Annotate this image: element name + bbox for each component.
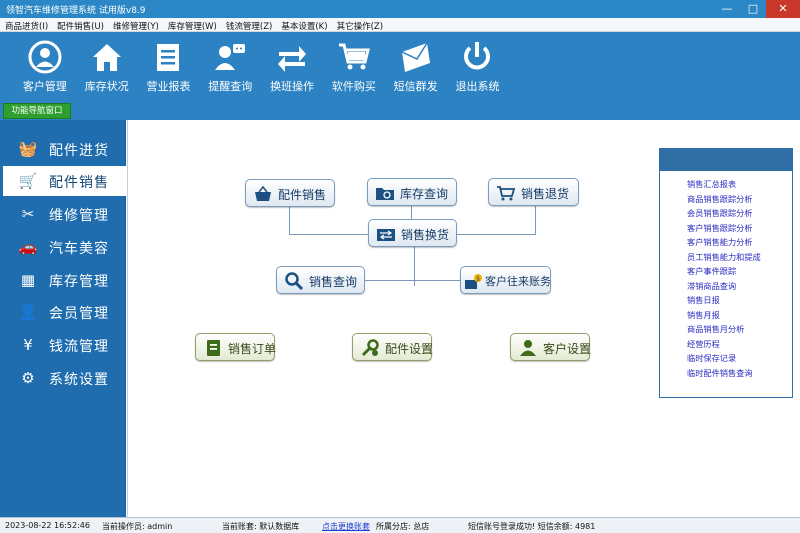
reminder-icon <box>215 44 246 70</box>
exit-system-button[interactable]: 退出系统 <box>447 32 509 100</box>
status-operator: 当前操作员: admin <box>102 522 173 531</box>
customer-management-button[interactable]: 客户管理 <box>14 32 76 100</box>
accounts-icon: $ <box>465 274 482 289</box>
yen-icon: ¥ <box>23 336 33 354</box>
tab-function-navigation[interactable]: 功能导航窗口 <box>3 103 71 119</box>
sidebar-item-system-settings[interactable]: ⚙ 系统设置 <box>3 363 126 393</box>
menu-bar: 商品进货(I) 配件销售(U) 维修管理(Y) 库存管理(W) 钱流管理(Z) … <box>0 18 800 32</box>
shift-icon <box>278 46 307 72</box>
cart-icon <box>338 43 370 70</box>
parts-settings-button[interactable]: 配件设置 <box>352 333 433 361</box>
sidebar-item-parts-purchase[interactable]: 🧺 配件进货 <box>3 134 126 164</box>
report-panel: 销售汇总报表 商品销售跟踪分析 会员销售跟踪分析 客户销售跟踪分析 客户销售能力… <box>659 148 793 398</box>
menu-item-settings[interactable]: 基本设置(K) <box>276 18 331 32</box>
mail-icon <box>401 42 430 72</box>
report-link[interactable]: 客户销售跟踪分析 <box>687 221 761 236</box>
cart-return-icon <box>497 186 516 201</box>
sidebar-item-car-beauty[interactable]: 🚗 汽车美容 <box>3 232 126 262</box>
report-link[interactable]: 员工销售能力和提成 <box>687 250 761 265</box>
menu-item-other[interactable]: 其它操作(Z) <box>332 18 387 32</box>
report-link[interactable]: 滞销商品查询 <box>687 279 761 294</box>
stock-query-button[interactable]: 库存查询 <box>367 178 457 206</box>
report-link[interactable]: 销售汇总报表 <box>687 177 761 192</box>
sales-exchange-button[interactable]: 销售换货 <box>368 219 457 247</box>
cart-icon: 🛒 <box>18 172 38 190</box>
sidebar-item-inventory[interactable]: ▦ 库存管理 <box>3 265 126 295</box>
svg-text:$: $ <box>476 276 480 283</box>
menu-item-purchase[interactable]: 商品进货(I) <box>0 18 52 32</box>
order-icon <box>207 340 220 356</box>
status-account: 当前账套: 默认数据库 <box>222 522 300 531</box>
sidebar-item-cashflow[interactable]: ¥ 钱流管理 <box>3 330 126 360</box>
status-branch: 所属分店: 总店 <box>376 522 430 531</box>
search-icon <box>285 272 304 291</box>
minimize-button[interactable]: — <box>714 0 740 18</box>
nav-strip: 功能导航窗口 <box>0 100 800 120</box>
shift-change-button[interactable]: 换班操作 <box>261 32 323 100</box>
exchange-icon <box>377 229 395 241</box>
status-bar: 2023-08-22 16:52:46 当前操作员: admin 当前账套: 默… <box>0 517 800 533</box>
basket-icon: 🧺 <box>18 140 38 158</box>
basket-icon <box>255 185 271 201</box>
user-icon: 👤 <box>18 303 38 321</box>
report-link[interactable]: 销售月报 <box>687 308 761 323</box>
power-icon <box>464 42 491 70</box>
sidebar-item-members[interactable]: 👤 会员管理 <box>3 297 126 327</box>
inventory-status-button[interactable]: 库存状况 <box>76 32 138 100</box>
report-link[interactable]: 会员销售跟踪分析 <box>687 206 761 221</box>
report-link[interactable]: 临时保存记录 <box>687 351 761 366</box>
connector-line <box>289 206 290 235</box>
status-sms: 短信账号登录成功! 短信余额: 4981 <box>468 522 596 531</box>
home-icon <box>92 44 121 71</box>
report-link[interactable]: 客户销售能力分析 <box>687 235 761 250</box>
report-icon <box>157 44 180 71</box>
status-datetime: 2023-08-22 16:52:46 <box>5 521 90 530</box>
report-link[interactable]: 商品销售月分析 <box>687 322 761 337</box>
menu-item-inventory[interactable]: 库存管理(W) <box>163 18 221 32</box>
report-link[interactable]: 客户事件跟踪 <box>687 264 761 279</box>
menu-item-parts-sales[interactable]: 配件销售(U) <box>52 18 108 32</box>
reminder-query-button[interactable]: 提醒查询 <box>199 32 261 100</box>
maximize-button[interactable]: □ <box>740 0 766 18</box>
report-link[interactable]: 销售日报 <box>687 293 761 308</box>
menu-item-cashflow[interactable]: 钱流管理(Z) <box>221 18 276 32</box>
software-purchase-button[interactable]: 软件购买 <box>323 32 385 100</box>
car-icon: 🚗 <box>18 238 38 256</box>
sales-return-button[interactable]: 销售退货 <box>488 178 579 206</box>
business-report-button[interactable]: 营业报表 <box>138 32 200 100</box>
sidebar-item-parts-sales[interactable]: 🛒 配件销售 <box>3 166 126 196</box>
report-link[interactable]: 商品销售跟踪分析 <box>687 192 761 207</box>
window-title: 领智汽车维修管理系统 试用版v8.9 <box>6 6 146 16</box>
customer-settings-button[interactable]: 客户设置 <box>510 333 591 361</box>
parts-sales-button[interactable]: 配件销售 <box>245 179 335 207</box>
wrench-icon <box>361 339 379 357</box>
menu-item-repair[interactable]: 维修管理(Y) <box>108 18 163 32</box>
switch-account-link[interactable]: 点击更换账套 <box>322 521 370 532</box>
sales-order-button[interactable]: 销售订单 <box>195 333 276 361</box>
gear-icon: ⚙ <box>21 369 35 387</box>
sms-broadcast-button[interactable]: 短信群发 <box>385 32 447 100</box>
report-link-list: 销售汇总报表 商品销售跟踪分析 会员销售跟踪分析 客户销售跟踪分析 客户销售能力… <box>687 177 761 380</box>
customer-icon <box>28 40 62 74</box>
report-link[interactable]: 经营历程 <box>687 337 761 352</box>
report-panel-header <box>660 149 792 171</box>
grid-icon: ▦ <box>20 271 36 289</box>
sidebar-item-repair[interactable]: ✂ 维修管理 <box>3 199 126 229</box>
sales-query-button[interactable]: 销售查询 <box>276 266 365 294</box>
tools-icon: ✂ <box>21 205 35 223</box>
folder-search-icon <box>376 188 394 200</box>
close-button[interactable]: ✕ <box>766 0 800 18</box>
sidebar: 🧺 配件进货 🛒 配件销售 ✂ 维修管理 🚗 汽车美容 ▦ 库存管理 👤 会员管… <box>0 120 126 517</box>
report-link[interactable]: 临时配件销售查询 <box>687 366 761 381</box>
user-icon <box>520 340 536 356</box>
main-toolbar: 客户管理 库存状况 营业报表 提醒查询 换班操作 软件购买 短信群发 退出系统 <box>0 32 800 100</box>
title-bar: 领智汽车维修管理系统 试用版v8.9 — □ ✕ <box>0 0 800 18</box>
connector-line <box>535 206 536 235</box>
customer-accounts-button[interactable]: $ 客户往来账务 <box>460 266 551 294</box>
